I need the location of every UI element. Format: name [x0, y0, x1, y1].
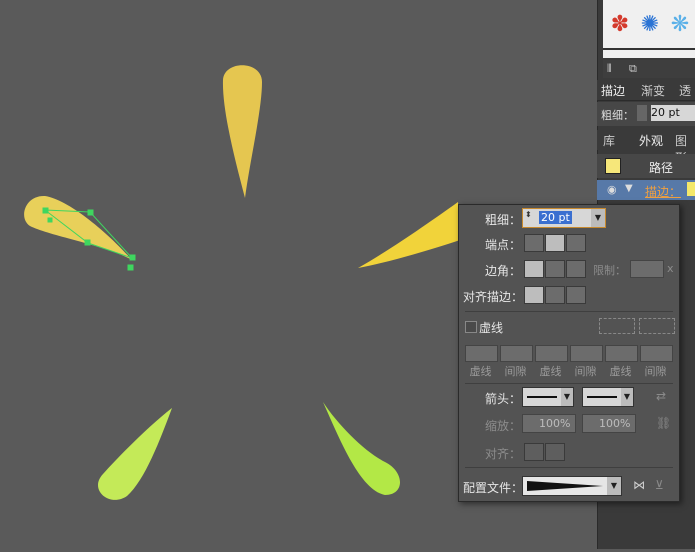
swatch-lightblue[interactable]: ❋ — [667, 12, 693, 38]
dashed-checkbox[interactable] — [465, 321, 477, 333]
weight-dropdown-icon[interactable]: ▼ — [591, 209, 605, 227]
swatch-blue[interactable]: ✺ — [637, 12, 663, 38]
limit-x: x — [667, 262, 674, 275]
weight-stepper[interactable] — [637, 105, 647, 121]
gap-input-2[interactable] — [570, 345, 603, 362]
appearance-title: 路径 — [649, 161, 674, 175]
projecting-cap-button[interactable] — [566, 234, 586, 252]
cap-label: 端点： — [485, 238, 522, 252]
arrow-align-label: 对齐： — [485, 447, 522, 461]
stroke-weight-label: 粗细： — [601, 109, 634, 122]
round-join-button[interactable] — [545, 260, 565, 278]
gap-label-2: 间隙 — [574, 365, 597, 378]
weight-value[interactable]: 20 pt — [539, 211, 572, 224]
end-scale-value[interactable]: 100% — [599, 417, 630, 430]
stroke-options-popup: 粗细： ⬍ 20 pt ▼ 端点： 边角： 限制： x 对齐描边： 虚线 虚线 … — [458, 204, 680, 502]
tab-transparency[interactable]: 透 — [679, 82, 691, 99]
align-center-button[interactable] — [524, 286, 544, 304]
appearance-title-row: 路径 — [597, 154, 695, 178]
weight-up-down-icon[interactable]: ⬍ — [525, 210, 532, 219]
appearance-tabs: 库 外观 图形 — [597, 130, 695, 165]
library-toolbar: ⫴ ⧉ — [603, 60, 695, 78]
swatch-red[interactable]: ✽ — [607, 12, 633, 38]
expand-triangle-icon[interactable]: ▼ — [625, 183, 633, 194]
stroke-weight-row: 粗细： 20 pt — [597, 102, 695, 126]
dash-preserve-button[interactable] — [599, 318, 635, 334]
arrowhead-label: 箭头： — [485, 392, 522, 406]
start-arrow-select[interactable]: ▼ — [522, 387, 574, 407]
stroke-panel-tabs: 描边 渐变 透 — [597, 80, 695, 101]
place-symbol-icon[interactable]: ⧉ — [629, 62, 637, 76]
round-cap-button[interactable] — [545, 234, 565, 252]
gap-input-1[interactable] — [500, 345, 533, 362]
dash-label-1: 虚线 — [469, 365, 492, 378]
align-outside-button[interactable] — [566, 286, 586, 304]
flip-along-icon[interactable]: ⋈ — [633, 478, 645, 492]
bevel-join-button[interactable] — [566, 260, 586, 278]
divider-1 — [465, 311, 673, 312]
weight-label: 粗细： — [485, 213, 522, 227]
dash-label-2: 虚线 — [539, 365, 562, 378]
visibility-eye-icon[interactable]: ◉ — [607, 183, 617, 196]
profile-dropdown-icon[interactable]: ▼ — [607, 477, 621, 495]
profile-select[interactable]: ▼ — [522, 476, 622, 496]
petal-bottom-right — [323, 402, 400, 495]
stroke-weight-input[interactable]: 20 pt — [651, 105, 695, 121]
arrow-extend-button[interactable] — [524, 443, 544, 461]
profile-shape — [527, 481, 603, 491]
swap-arrows-icon[interactable]: ⇄ — [656, 389, 666, 403]
end-arrow-select[interactable]: ▼ — [582, 387, 634, 407]
limit-input[interactable] — [630, 260, 664, 278]
appearance-stroke-row[interactable]: ◉ ▼ 描边： — [597, 180, 695, 200]
tab-stroke[interactable]: 描边 — [601, 82, 625, 99]
petal-bottom-left — [98, 408, 172, 500]
end-arrow-dropdown-icon[interactable]: ▼ — [621, 388, 633, 406]
divider-2 — [465, 383, 673, 384]
tab-gradient[interactable]: 渐变 — [641, 82, 665, 99]
start-scale-value[interactable]: 100% — [539, 417, 570, 430]
dash-input-3[interactable] — [605, 345, 638, 362]
petal-right — [358, 202, 460, 268]
weight-field[interactable]: ⬍ 20 pt ▼ — [522, 208, 606, 228]
start-arrow-dropdown-icon[interactable]: ▼ — [561, 388, 573, 406]
path-thumbnail — [605, 158, 621, 174]
library-menu-icon[interactable]: ⫴ — [607, 62, 612, 76]
gap-input-3[interactable] — [640, 345, 673, 362]
dash-label-3: 虚线 — [609, 365, 632, 378]
gap-label-1: 间隙 — [504, 365, 527, 378]
flip-across-icon[interactable]: ⊻ — [655, 478, 664, 492]
butt-cap-button[interactable] — [524, 234, 544, 252]
stroke-color-chip[interactable] — [687, 182, 695, 196]
dash-align-button[interactable] — [639, 318, 675, 334]
petal-top — [222, 65, 262, 199]
gap-label-3: 间隙 — [644, 365, 667, 378]
align-inside-button[interactable] — [545, 286, 565, 304]
link-scale-icon[interactable]: ⛓ — [656, 416, 671, 430]
start-scale-input[interactable]: 100% — [522, 414, 576, 433]
divider-3 — [465, 467, 673, 468]
stroke-item-label[interactable]: 描边： — [645, 183, 681, 200]
corner-label: 边角： — [485, 264, 522, 278]
limit-label: 限制： — [593, 264, 626, 277]
symbol-swatches: ✽ ✺ ❋ — [603, 0, 695, 58]
dash-input-1[interactable] — [465, 345, 498, 362]
arrow-place-button[interactable] — [545, 443, 565, 461]
miter-join-button[interactable] — [524, 260, 544, 278]
dash-input-2[interactable] — [535, 345, 568, 362]
tab-appearance[interactable]: 外观 — [639, 132, 663, 149]
scale-label: 缩放： — [485, 419, 522, 433]
profile-label: 配置文件： — [463, 481, 524, 495]
end-scale-input[interactable]: 100% — [582, 414, 636, 433]
petal-left — [24, 195, 132, 260]
align-stroke-label: 对齐描边： — [463, 290, 524, 304]
dashed-label: 虚线 — [479, 321, 504, 335]
tab-library[interactable]: 库 — [603, 132, 615, 149]
